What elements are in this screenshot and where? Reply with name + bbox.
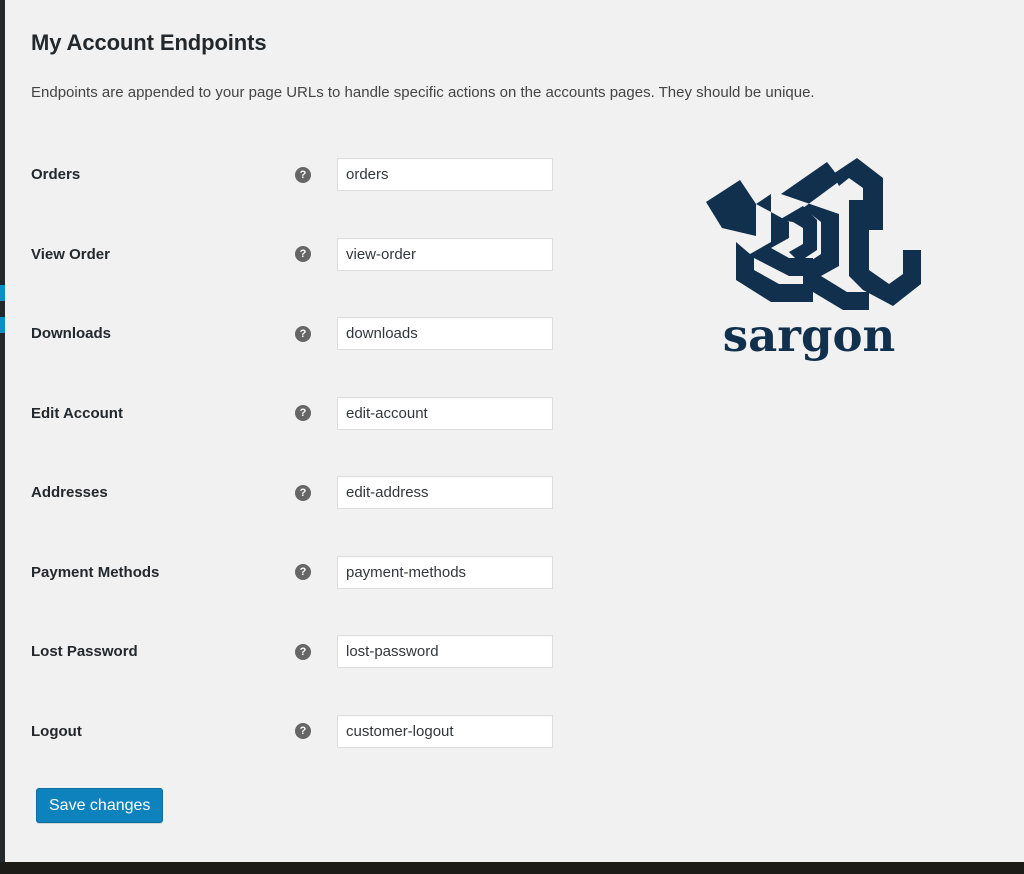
page-bottom-strip [0,862,1024,874]
field-cell-addresses [337,453,625,533]
table-row: Lost Password ? [5,612,625,692]
field-cell-logout [337,692,625,772]
field-label-downloads: Downloads [31,325,112,343]
endpoint-input-lost-password[interactable] [337,635,553,669]
table-row: Payment Methods ? [5,533,625,613]
field-label-view-order: View Order [31,245,110,263]
table-row: Edit Account ? [5,374,625,454]
page-title: My Account Endpoints [31,30,267,55]
help-icon[interactable]: ? [295,405,311,422]
table-row: Orders ? [5,135,625,215]
table-row: Addresses ? [5,453,625,533]
sargon-wordmark: sargon [722,309,896,362]
help-cell-lost-password: ? [295,612,337,692]
sargon-monogram-icon [706,158,921,310]
field-label-addresses: Addresses [31,484,108,502]
field-label-logout: Logout [31,722,82,740]
field-cell-view-order [337,215,625,295]
endpoint-input-orders[interactable] [337,158,553,192]
help-icon[interactable]: ? [295,246,311,263]
field-cell-downloads [337,294,625,374]
help-icon[interactable]: ? [295,643,311,660]
endpoint-input-logout[interactable] [337,714,553,748]
settings-content-panel: My Account Endpoints Endpoints are appen… [5,0,1024,862]
endpoint-input-addresses[interactable] [337,476,553,510]
sargon-logo: sargon [693,150,925,365]
admin-screen: My Account Endpoints Endpoints are appen… [0,0,1024,874]
table-row: Logout ? [5,692,625,772]
save-changes-button[interactable]: Save changes [36,788,164,823]
field-label-orders: Orders [31,166,81,184]
help-cell-view-order: ? [295,215,337,295]
endpoint-input-edit-account[interactable] [337,396,553,430]
table-row: View Order ? [5,215,625,295]
help-cell-orders: ? [295,135,337,215]
field-label-lost-password: Lost Password [31,643,138,661]
help-cell-downloads: ? [295,294,337,374]
help-cell-logout: ? [295,692,337,772]
help-icon[interactable]: ? [295,166,311,183]
field-label-edit-account: Edit Account [31,404,123,422]
submit-area: Save changes [36,788,164,823]
help-icon[interactable]: ? [295,325,311,342]
field-cell-lost-password [337,612,625,692]
field-cell-orders [337,135,625,215]
help-cell-addresses: ? [295,453,337,533]
field-cell-edit-account [337,374,625,454]
endpoint-input-downloads[interactable] [337,317,553,351]
field-label-payment-methods: Payment Methods [31,563,160,581]
help-icon[interactable]: ? [295,484,311,501]
page-description: Endpoints are appended to your page URLs… [31,84,815,101]
endpoints-settings-table: Orders ? View Order ? [5,135,625,771]
help-icon[interactable]: ? [295,723,311,740]
endpoint-input-payment-methods[interactable] [337,555,553,589]
help-cell-edit-account: ? [295,374,337,454]
help-cell-payment-methods: ? [295,533,337,613]
field-cell-payment-methods [337,533,625,613]
help-icon[interactable]: ? [295,564,311,581]
endpoint-input-view-order[interactable] [337,237,553,271]
table-row: Downloads ? [5,294,625,374]
